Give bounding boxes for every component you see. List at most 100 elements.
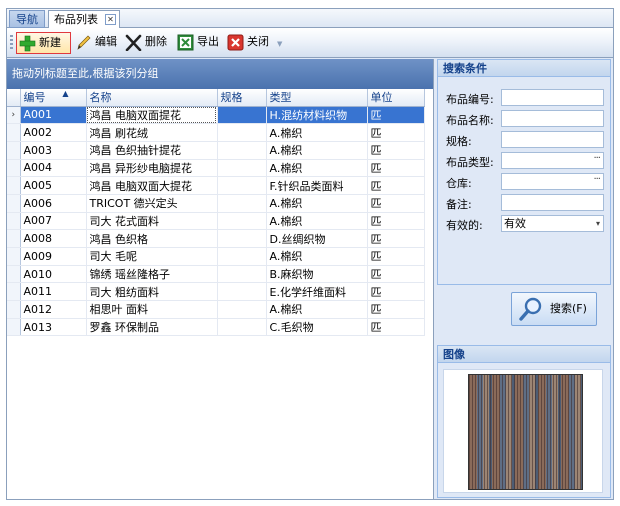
cell-code[interactable]: A006 <box>20 194 87 213</box>
column-header-name[interactable]: 名称 <box>86 89 218 107</box>
cell-unit[interactable]: 匹 <box>367 247 425 266</box>
cell-spec[interactable] <box>217 282 267 302</box>
cell-code[interactable]: A010 <box>20 265 87 284</box>
cell-name[interactable]: 鸿昌 色织抽针提花 <box>86 141 218 160</box>
cell-type[interactable]: D.丝绸织物 <box>266 229 368 248</box>
cell-unit[interactable]: 匹 <box>367 123 425 142</box>
tab-fabric-list[interactable]: 布品列表 ✕ <box>48 10 120 29</box>
table-row[interactable]: A011 司大 粗纺面料 E.化学纤维面料匹 <box>7 282 425 302</box>
ellipsis-icon[interactable]: ··· <box>593 172 600 187</box>
new-button[interactable]: 新建 <box>16 32 71 54</box>
cell-spec[interactable] <box>217 247 267 266</box>
row-indicator[interactable] <box>7 318 21 337</box>
cell-code[interactable]: A004 <box>20 159 87 178</box>
table-row[interactable]: A007 司大 花式面料 A.棉织匹 <box>7 212 425 231</box>
delete-button[interactable]: 删除 <box>123 32 173 54</box>
table-row[interactable]: A004 鸿昌 异形纱电脑提花 A.棉织匹 <box>7 159 425 178</box>
cell-unit[interactable]: 匹 <box>367 229 425 248</box>
cell-spec[interactable] <box>217 229 267 248</box>
cell-name[interactable]: 鸿昌 刷花绒 <box>86 123 218 142</box>
cell-code[interactable]: A013 <box>20 318 87 337</box>
cell-unit[interactable]: 匹 <box>367 282 425 302</box>
row-indicator[interactable] <box>7 123 21 142</box>
cell-type[interactable]: E.化学纤维面料 <box>266 282 368 302</box>
row-indicator[interactable] <box>7 265 21 284</box>
row-indicator[interactable] <box>7 176 21 195</box>
fabric-code-input[interactable] <box>501 89 604 106</box>
cell-spec[interactable] <box>217 194 267 213</box>
row-indicator[interactable] <box>7 212 21 231</box>
row-indicator[interactable] <box>7 194 21 213</box>
valid-select[interactable]: 有效 ▾ <box>501 215 604 232</box>
cell-type[interactable]: C.毛织物 <box>266 318 368 337</box>
current-row-arrow-icon[interactable]: › <box>7 106 21 125</box>
tab-navigation[interactable]: 导航 <box>9 10 45 28</box>
cell-name[interactable]: 司大 花式面料 <box>86 212 218 231</box>
table-row[interactable]: A009 司大 毛呢 A.棉织匹 <box>7 247 425 266</box>
cell-code[interactable]: A007 <box>20 212 87 231</box>
fabric-type-picker[interactable]: ··· <box>501 152 604 169</box>
close-tab-icon[interactable]: ✕ <box>105 14 116 25</box>
cell-code[interactable]: A001 <box>20 106 87 125</box>
cell-spec[interactable] <box>217 106 267 125</box>
cell-type[interactable]: A.棉织 <box>266 159 368 178</box>
row-indicator[interactable] <box>7 141 21 160</box>
column-header-code[interactable]: 编号 ▲ <box>20 89 87 107</box>
cell-code[interactable]: A012 <box>20 300 87 319</box>
spec-input[interactable] <box>501 131 604 148</box>
cell-name[interactable]: 鸿昌 电脑双面提花 <box>86 106 218 125</box>
cell-unit[interactable]: 匹 <box>367 176 425 195</box>
cell-spec[interactable] <box>217 159 267 178</box>
cell-spec[interactable] <box>217 141 267 160</box>
cell-unit[interactable]: 匹 <box>367 159 425 178</box>
search-button[interactable]: 搜索(F) <box>511 292 597 326</box>
table-row[interactable]: A008 鸿昌 色织格 D.丝绸织物匹 <box>7 229 425 248</box>
cell-unit[interactable]: 匹 <box>367 300 425 319</box>
cell-spec[interactable] <box>217 265 267 284</box>
cell-type[interactable]: A.棉织 <box>266 300 368 319</box>
row-indicator[interactable] <box>7 300 21 319</box>
column-header-spec[interactable]: 规格 <box>217 89 267 107</box>
cell-type[interactable]: H.混纺材料织物 <box>266 106 368 125</box>
row-indicator[interactable] <box>7 159 21 178</box>
cell-type[interactable]: A.棉织 <box>266 194 368 213</box>
row-indicator[interactable] <box>7 229 21 248</box>
cell-name[interactable]: 鸿昌 色织格 <box>86 229 218 248</box>
cell-code[interactable]: A008 <box>20 229 87 248</box>
ellipsis-icon[interactable]: ··· <box>593 151 600 166</box>
cell-code[interactable]: A003 <box>20 141 87 160</box>
table-row[interactable]: A010 锦绣 瑶丝隆格子 B.麻织物匹 <box>7 265 425 284</box>
cell-unit[interactable]: 匹 <box>367 212 425 231</box>
cell-name[interactable]: 鸿昌 电脑双面大提花 <box>86 176 218 195</box>
table-row[interactable]: A012 相思叶 面料 A.棉织匹 <box>7 300 425 319</box>
row-indicator[interactable] <box>7 282 21 302</box>
fabric-name-input[interactable] <box>501 110 604 127</box>
export-button[interactable]: 导出 <box>175 32 223 54</box>
toolbar-overflow-icon[interactable]: ▼ <box>277 40 282 48</box>
cell-name[interactable]: 鸿昌 异形纱电脑提花 <box>86 159 218 178</box>
close-button[interactable]: 关闭 <box>225 32 275 54</box>
cell-type[interactable]: F.针织品类面料 <box>266 176 368 195</box>
cell-spec[interactable] <box>217 176 267 195</box>
cell-unit[interactable]: 匹 <box>367 265 425 284</box>
cell-name[interactable]: 司大 毛呢 <box>86 247 218 266</box>
table-row[interactable]: › A001 鸿昌 电脑双面提花 H.混纺材料织物匹 <box>7 106 425 125</box>
cell-spec[interactable] <box>217 123 267 142</box>
cell-code[interactable]: A002 <box>20 123 87 142</box>
cell-unit[interactable]: 匹 <box>367 141 425 160</box>
row-indicator[interactable] <box>7 247 21 266</box>
remark-input[interactable] <box>501 194 604 211</box>
table-row[interactable]: A005 鸿昌 电脑双面大提花 F.针织品类面料匹 <box>7 176 425 195</box>
cell-type[interactable]: B.麻织物 <box>266 265 368 284</box>
cell-name[interactable]: 司大 粗纺面料 <box>86 282 218 302</box>
column-header-unit[interactable]: 单位 <box>367 89 425 107</box>
table-row[interactable]: A013 罗鑫 环保制品 C.毛织物匹 <box>7 318 425 337</box>
cell-type[interactable]: A.棉织 <box>266 212 368 231</box>
cell-unit[interactable]: 匹 <box>367 194 425 213</box>
cell-type[interactable]: A.棉织 <box>266 123 368 142</box>
cell-code[interactable]: A011 <box>20 282 87 302</box>
table-row[interactable]: A003 鸿昌 色织抽针提花 A.棉织匹 <box>7 141 425 160</box>
warehouse-picker[interactable]: ··· <box>501 173 604 190</box>
column-header-type[interactable]: 类型 <box>266 89 368 107</box>
cell-code[interactable]: A009 <box>20 247 87 266</box>
